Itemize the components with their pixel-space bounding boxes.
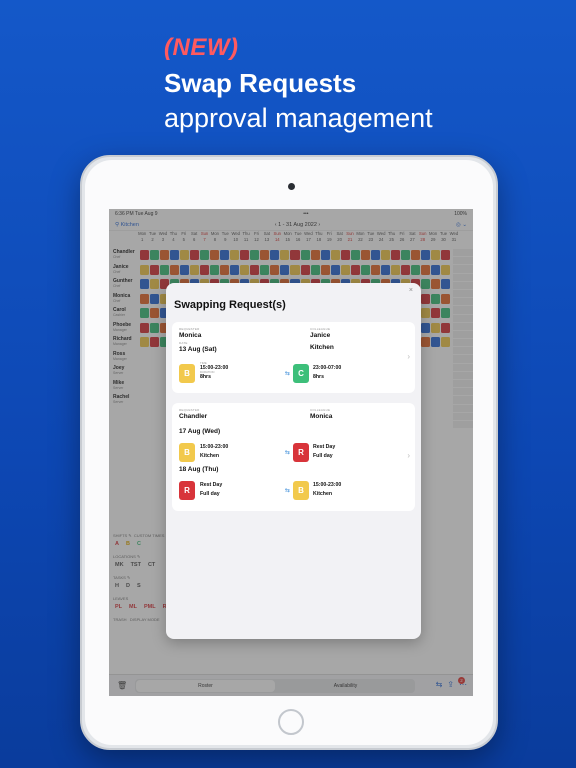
camera (288, 183, 295, 190)
shift-duration: Full day (313, 453, 333, 459)
shift-location: Kitchen (313, 491, 333, 497)
shift-details: Rest Day Full day (200, 479, 222, 497)
shift-location: Kitchen (200, 453, 220, 459)
swap-arrows-icon: ⇆ (285, 450, 291, 456)
requester-label: REQUESTER (179, 408, 200, 412)
swap-date: 13 Aug (Sat) (179, 346, 217, 353)
shift-time: 23:00-07:00 (313, 365, 342, 371)
swap-date: 18 Aug (Thu) (179, 466, 219, 473)
close-icon[interactable]: × (409, 287, 413, 294)
swap-arrows-icon: ⇆ (285, 371, 291, 377)
shift-details: 15:00-23:00 Kitchen (313, 479, 341, 497)
chevron-right-icon: › (407, 352, 410, 361)
new-tag: (NEW) (164, 34, 239, 61)
headline-title: Swap Requests (164, 68, 357, 98)
colleague-location: Kitchen (310, 344, 334, 351)
app-screen: 6:36 PM Tue Aug 9 ••• 100% ⚲ Kitchen ‹ 1… (109, 209, 473, 696)
shift-time: 15:00-23:00 (200, 444, 229, 450)
swap-request-card[interactable]: REQUESTER Chandler COLLEAGUE Monica 17 A… (172, 403, 415, 511)
headline-subtitle: approval management (164, 103, 433, 133)
colleague-name: Monica (310, 413, 333, 420)
shift-time: Rest Day (200, 482, 223, 488)
modal-title: Swapping Request(s) (174, 299, 286, 311)
shift-details: 23:00-07:00 8hrs (313, 362, 341, 380)
shift-badge: B (293, 481, 309, 500)
requester-label: REQUESTER (179, 327, 200, 331)
date-label: DATE (179, 341, 188, 345)
swap-arrows-icon: ⇆ (285, 488, 291, 494)
colleague-name: Janice (310, 332, 331, 339)
shift-badge: R (179, 481, 195, 500)
shift-details: TIME 15:00-23:00 DURATION 8hrs (200, 362, 228, 381)
requester-name: Monica (179, 332, 202, 339)
shift-badge: R (293, 443, 309, 462)
headline: (NEW) Swap Requests approval management (164, 34, 433, 134)
home-button[interactable] (278, 709, 304, 735)
requester-name: Chandler (179, 413, 208, 420)
shift-duration: Full day (200, 491, 220, 497)
shift-details: Rest Day Full day (313, 441, 335, 459)
swap-requests-modal: × Swapping Request(s) REQUESTER Monica C… (166, 283, 421, 639)
chevron-right-icon: › (407, 451, 410, 460)
colleague-label: COLLEAGUE (310, 327, 331, 331)
shift-badge: B (179, 364, 195, 383)
colleague-label: COLLEAGUE (310, 408, 331, 412)
shift-duration: 8hrs (200, 374, 211, 380)
shift-duration: 8hrs (313, 374, 324, 380)
shift-badge: C (293, 364, 309, 383)
shift-badge: B (179, 443, 195, 462)
shift-time: 15:00-23:00 (313, 482, 342, 488)
ipad-frame: 6:36 PM Tue Aug 9 ••• 100% ⚲ Kitchen ‹ 1… (80, 155, 498, 750)
shift-details: 15:00-23:00 Kitchen (200, 441, 228, 459)
swap-date: 17 Aug (Wed) (179, 428, 221, 435)
shift-time: Rest Day (313, 444, 336, 450)
swap-request-card[interactable]: REQUESTER Monica COLLEAGUE Janice DATE K… (172, 322, 415, 393)
